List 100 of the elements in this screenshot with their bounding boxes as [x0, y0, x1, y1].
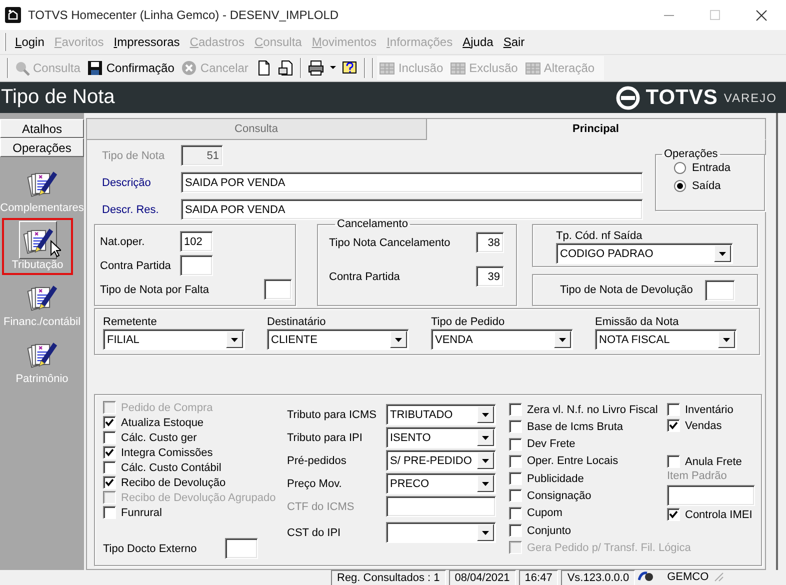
field-label: CTF do ICMS	[287, 500, 356, 512]
mouse-cursor-icon	[50, 240, 61, 257]
field-label: Tipo Docto Externo	[103, 542, 198, 554]
input-field[interactable]	[705, 280, 735, 300]
sidebar-section-button[interactable]: Operações	[0, 138, 84, 157]
menu-item[interactable]: Login	[11, 35, 48, 49]
menu-item[interactable]: Ajuda	[458, 35, 498, 49]
save-icon	[87, 60, 104, 76]
dropdown[interactable]: NOTA FISCAL	[595, 329, 737, 350]
field-label: Pré-pedidos	[287, 454, 348, 466]
checkbox[interactable]: Vendas	[667, 418, 722, 433]
caret-icon	[482, 530, 489, 534]
check-icon	[105, 478, 114, 487]
dropdown[interactable]: PRECO	[386, 473, 496, 494]
input-field[interactable]	[225, 538, 258, 559]
dropdown[interactable]	[386, 522, 496, 543]
page-icon[interactable]	[256, 60, 272, 76]
field-label: Tipo de Pedido	[431, 316, 506, 328]
input-field[interactable]	[667, 485, 755, 506]
network-icon	[638, 570, 654, 583]
radio-dot-icon	[677, 183, 683, 189]
check-icon	[105, 448, 114, 457]
dropdown[interactable]: TRIBUTADO	[386, 404, 496, 425]
checkbox[interactable]: Consignação	[509, 488, 592, 504]
check-icon	[669, 510, 678, 519]
checkbox[interactable]: Inventário	[667, 402, 734, 417]
field-label: Nat.oper.	[100, 236, 146, 248]
check-icon	[669, 421, 678, 430]
printer-icon[interactable]	[308, 60, 324, 76]
input-field[interactable]	[180, 255, 213, 276]
dropdown[interactable]: VENDA	[431, 329, 573, 350]
field-label: Tributo para ICMS	[287, 408, 378, 420]
input-field[interactable]: 102	[180, 231, 213, 252]
dropdown[interactable]: ISENTO	[386, 427, 496, 448]
grid-icon	[379, 60, 396, 76]
menu-item[interactable]: Impressoras	[110, 35, 184, 49]
field-label: Contra Partida	[100, 260, 172, 272]
checkbox[interactable]: Integra Comissões	[103, 445, 213, 460]
document-icon[interactable]	[278, 60, 294, 76]
logo-subtitle: VAREJO	[724, 90, 777, 104]
caret-icon	[719, 252, 726, 256]
field-label: Tipo de Nota	[102, 150, 166, 162]
dropdown[interactable]: S/ PRE-PEDIDO	[386, 450, 496, 471]
input-field[interactable]: SAIDA POR VENDA	[181, 199, 643, 220]
field-label: Remetente	[103, 316, 158, 328]
toolbar-button[interactable]: Confirmação	[85, 57, 180, 79]
group-title: Cancelamento	[336, 218, 409, 230]
status-panel: 08/04/2021	[448, 570, 516, 585]
input-field[interactable]: 39	[476, 266, 504, 287]
caret-icon	[723, 338, 730, 342]
field-label: Tp. Cód. nf Saída	[556, 230, 644, 242]
checkbox[interactable]: Funrural	[103, 505, 162, 520]
field-label: Tipo Nota Cancelamento	[329, 236, 450, 248]
checkbox[interactable]: Dev Frete	[509, 436, 576, 452]
grid-icon	[450, 60, 466, 76]
page-title: Tipo de Nota	[1, 86, 115, 109]
logo-icon	[616, 86, 640, 110]
sidebar-section-button[interactable]: Atalhos	[0, 119, 84, 138]
caret-icon	[482, 412, 489, 416]
status-panel: Vs.123.0.0.0	[561, 570, 636, 585]
field-label: Tributo para IPI	[287, 432, 364, 444]
checkbox[interactable]: Oper. Entre Locais	[509, 454, 618, 469]
help-icon[interactable]	[342, 60, 358, 76]
radio-button[interactable]: Saída	[674, 180, 764, 192]
input-field[interactable]	[386, 496, 496, 517]
checkbox[interactable]: Controla IMEI	[667, 507, 752, 522]
field-label: Contra Partida	[329, 270, 400, 282]
checkbox[interactable]: Conjunto	[509, 523, 572, 538]
radio-button[interactable]: Entrada	[674, 162, 764, 174]
checkbox[interactable]: Cupom	[509, 506, 562, 521]
dropdown[interactable]: FILIAL	[103, 329, 245, 350]
checkbox[interactable]: Cálc. Custo Contábil	[103, 460, 222, 475]
field-label: CST do IPI	[287, 526, 342, 538]
cancel-icon	[181, 60, 198, 76]
field-label: Emissão da Nota	[595, 316, 680, 328]
status-panel: Reg. Consultados : 1	[331, 570, 446, 585]
checkbox[interactable]: Base de Icms Bruta	[509, 419, 623, 434]
checkbox[interactable]: Publicidade	[509, 471, 584, 486]
status-user: GEMCO	[667, 570, 709, 585]
tab[interactable]: Consulta	[86, 118, 426, 140]
search-icon	[14, 60, 30, 76]
dropdown[interactable]: CLIENTE	[267, 329, 409, 350]
app-icon	[5, 7, 21, 23]
field-label: Tipo de Nota de Devolução	[560, 284, 693, 296]
field-label: Destinatário	[267, 316, 327, 328]
checkbox[interactable]: Anula Frete	[667, 454, 742, 469]
window-title: TOTVS Homecenter (Linha Gemco) - DESENV_IMPLOLD	[28, 8, 339, 22]
checkbox[interactable]: Recibo de Devolução	[103, 475, 226, 490]
input-field[interactable]: 38	[476, 232, 504, 253]
tab[interactable]: Principal	[426, 118, 766, 140]
checkbox[interactable]: Atualiza Estoque	[103, 415, 204, 430]
check-icon	[105, 418, 114, 427]
caret-icon	[559, 338, 566, 342]
checkbox[interactable]: Cálc. Custo ger	[103, 430, 197, 445]
close-icon[interactable]	[756, 10, 767, 20]
checkbox[interactable]: Zera vl. N.f. no Livro Fiscal	[509, 402, 658, 417]
menu-item[interactable]: Sair	[499, 35, 529, 49]
input-field[interactable]	[264, 279, 292, 300]
dropdown[interactable]: CODIGO PADRAO	[556, 243, 733, 264]
input-field[interactable]: SAIDA POR VENDA	[181, 172, 643, 193]
